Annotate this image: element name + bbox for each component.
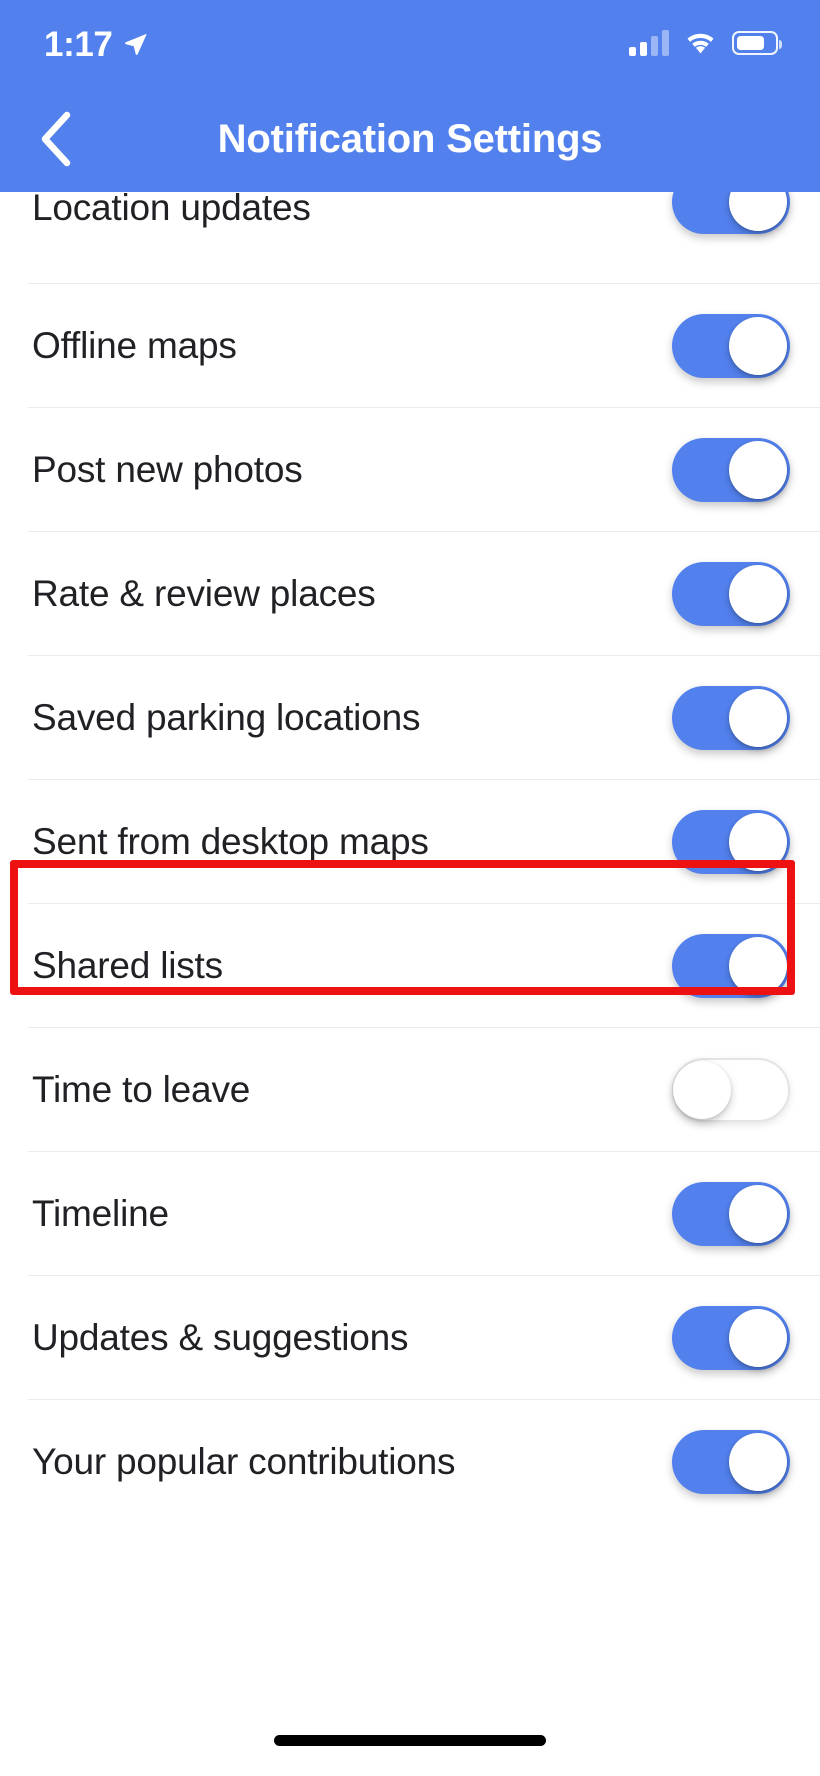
settings-row-label: Location updates	[32, 187, 311, 228]
toggle-knob	[729, 689, 787, 747]
settings-row[interactable]: Timeline	[0, 1152, 820, 1276]
toggle-knob	[729, 317, 787, 375]
location-arrow-icon	[123, 29, 149, 57]
settings-row[interactable]: Time to leave	[0, 1028, 820, 1152]
phone-screen: 1:17 Notification Settings Location upda…	[0, 0, 820, 1776]
status-bar-clock: 1:17	[44, 25, 113, 64]
settings-row-label: Offline maps	[32, 324, 237, 366]
status-bar-left: 1:17	[44, 24, 149, 62]
toggle-switch[interactable]	[672, 934, 790, 998]
toggle-switch[interactable]	[672, 1058, 790, 1122]
page-title: Notification Settings	[217, 117, 603, 161]
toggle-knob	[729, 441, 787, 499]
settings-row[interactable]: Offline maps	[0, 284, 820, 408]
settings-row[interactable]: Sent from desktop maps	[0, 780, 820, 904]
toggle-knob	[729, 813, 787, 871]
settings-row[interactable]: Your popular contributions	[0, 1400, 820, 1524]
settings-row-label: Shared lists	[32, 944, 223, 986]
settings-row-label: Timeline	[32, 1192, 169, 1234]
settings-row-label: Rate & review places	[32, 572, 376, 614]
toggle-knob	[729, 937, 787, 995]
settings-row-label: Post new photos	[32, 448, 303, 490]
status-bar: 1:17	[0, 0, 820, 86]
toggle-switch[interactable]	[672, 686, 790, 750]
status-bar-right	[629, 30, 782, 56]
toggle-knob	[729, 1433, 787, 1491]
toggle-switch[interactable]	[672, 562, 790, 626]
navigation-bar: Notification Settings	[0, 86, 820, 192]
battery-icon	[732, 31, 782, 55]
toggle-knob	[729, 1309, 787, 1367]
settings-row-label: Updates & suggestions	[32, 1316, 409, 1358]
toggle-switch[interactable]	[672, 1430, 790, 1494]
toggle-knob	[673, 1061, 731, 1119]
toggle-switch[interactable]	[672, 1182, 790, 1246]
toggle-switch[interactable]	[672, 314, 790, 378]
settings-row-label: Sent from desktop maps	[32, 820, 429, 862]
settings-row[interactable]: Saved parking locations	[0, 656, 820, 780]
settings-row[interactable]: Updates & suggestions	[0, 1276, 820, 1400]
home-indicator[interactable]	[274, 1735, 546, 1746]
notification-settings-list: Location updates Offline maps Post new pho…	[0, 170, 820, 1524]
app-header: 1:17 Notification Settings	[0, 0, 820, 192]
toggle-knob	[729, 1185, 787, 1243]
settings-row[interactable]: Post new photos	[0, 408, 820, 532]
toggle-switch[interactable]	[672, 438, 790, 502]
settings-row-label: Saved parking locations	[32, 696, 421, 738]
settings-row[interactable]: Rate & review places	[0, 532, 820, 656]
settings-row[interactable]: Location updates	[0, 170, 820, 284]
wifi-icon	[684, 31, 717, 56]
cellular-signal-icon	[629, 30, 669, 56]
toggle-switch[interactable]	[672, 810, 790, 874]
toggle-switch[interactable]	[672, 1306, 790, 1370]
settings-row[interactable]: Shared lists	[0, 904, 820, 1028]
toggle-knob	[729, 565, 787, 623]
settings-row-label: Your popular contributions	[32, 1440, 456, 1482]
settings-row-label: Time to leave	[32, 1068, 251, 1110]
